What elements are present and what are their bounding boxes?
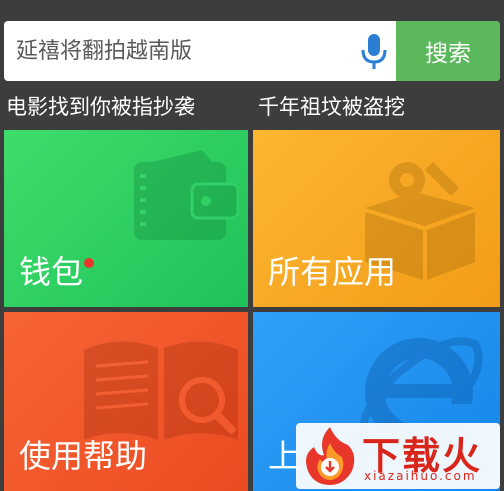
tile-help[interactable]: 使用帮助 — [4, 312, 248, 491]
hot-search-item[interactable]: 千年祖坟被盗挖 — [258, 91, 405, 121]
hot-searches: 电影找到你被指抄袭 千年祖坟被盗挖 — [6, 91, 504, 121]
search-button[interactable]: 搜索 — [396, 21, 500, 81]
search-input[interactable] — [4, 21, 344, 81]
tile-label: 钱包 — [19, 253, 84, 291]
watermark-domain: xiazaihuo.com — [364, 469, 477, 483]
flame-download-icon — [306, 427, 355, 485]
search-bar: 搜索 — [4, 21, 500, 81]
tile-all-apps[interactable]: 所有应用 — [253, 130, 500, 307]
hot-search-item[interactable]: 电影找到你被指抄袭 — [6, 91, 195, 121]
tile-wallet[interactable]: 钱包 — [4, 130, 248, 307]
watermark-logo: 下载火 xiazaihuo.com — [296, 423, 500, 489]
notification-badge — [84, 258, 94, 268]
microphone-icon[interactable] — [354, 33, 394, 71]
wallet-icon — [134, 150, 240, 240]
tile-label: 所有应用 — [268, 253, 397, 291]
tile-label: 使用帮助 — [19, 437, 148, 475]
